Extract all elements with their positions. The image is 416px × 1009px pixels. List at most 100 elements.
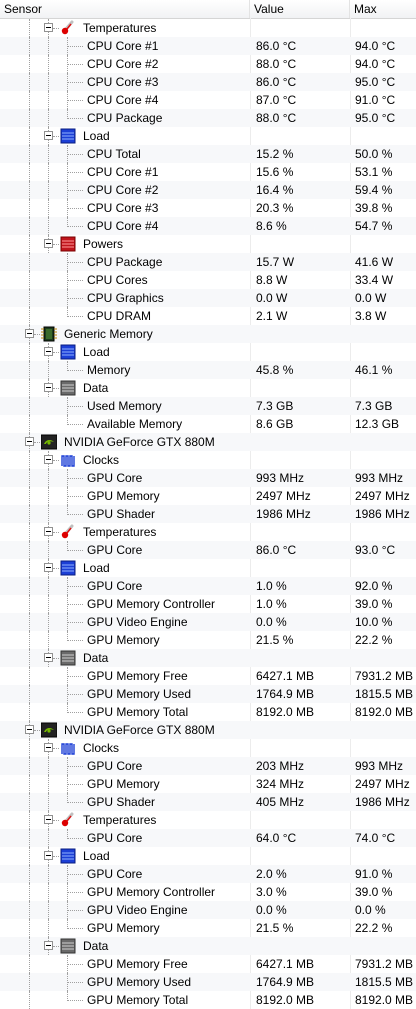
tree-line bbox=[48, 451, 49, 455]
load-icon bbox=[60, 128, 76, 144]
sensor-row[interactable]: GPU Memory Controller 1.0 % 39.0 % bbox=[0, 595, 416, 613]
sensor-row[interactable]: CPU Cores 8.8 W 33.4 W bbox=[0, 271, 416, 289]
sensor-row[interactable]: GPU Core 64.0 °C 74.0 °C bbox=[0, 829, 416, 847]
sensor-row[interactable]: Available Memory 8.6 GB 12.3 GB bbox=[0, 415, 416, 433]
sensor-row[interactable]: GPU Shader 1986 MHz 1986 MHz bbox=[0, 505, 416, 523]
sensor-max: 39.0 % bbox=[355, 597, 393, 611]
sensor-row[interactable]: GPU Memory Used 1764.9 MB 1815.5 MB bbox=[0, 973, 416, 991]
collapse-toggle[interactable] bbox=[44, 239, 53, 248]
sensor-value: 21.5 % bbox=[256, 633, 294, 647]
collapse-toggle[interactable] bbox=[44, 347, 53, 356]
sensor-row[interactable]: CPU Core #2 16.4 % 59.4 % bbox=[0, 181, 416, 199]
sensor-row[interactable]: GPU Core 993 MHz 993 MHz bbox=[0, 469, 416, 487]
sensor-value: 1.0 % bbox=[256, 597, 287, 611]
tree-line bbox=[29, 379, 30, 397]
sensor-row[interactable]: GPU Core 1.0 % 92.0 % bbox=[0, 577, 416, 595]
collapse-toggle[interactable] bbox=[25, 437, 34, 446]
sensor-group-row[interactable]: Load bbox=[0, 847, 416, 865]
sensor-row[interactable]: CPU Core #4 87.0 °C 91.0 °C bbox=[0, 91, 416, 109]
sensor-row[interactable]: Used Memory 7.3 GB 7.3 GB bbox=[0, 397, 416, 415]
sensor-group-row[interactable]: Powers bbox=[0, 235, 416, 253]
sensor-row[interactable]: GPU Video Engine 0.0 % 10.0 % bbox=[0, 613, 416, 631]
tree-line bbox=[68, 1000, 83, 1001]
sensor-row[interactable]: GPU Memory 2497 MHz 2497 MHz bbox=[0, 487, 416, 505]
sensor-group-row[interactable]: Temperatures bbox=[0, 811, 416, 829]
sensor-group-row[interactable]: Load bbox=[0, 559, 416, 577]
sensor-group-row[interactable]: Clocks bbox=[0, 739, 416, 757]
sensor-row[interactable]: CPU Graphics 0.0 W 0.0 W bbox=[0, 289, 416, 307]
sensor-name: Clocks bbox=[83, 741, 120, 755]
hardware-row[interactable]: Generic Memory bbox=[0, 325, 416, 343]
sensor-row[interactable]: CPU Package 15.7 W 41.6 W bbox=[0, 253, 416, 271]
sensor-max: 93.0 °C bbox=[355, 543, 396, 557]
tree-line bbox=[53, 28, 59, 29]
tree-line bbox=[29, 199, 30, 217]
sensor-row[interactable]: GPU Memory Free 6427.1 MB 7931.2 MB bbox=[0, 667, 416, 685]
collapse-toggle[interactable] bbox=[25, 329, 34, 338]
sensor-group-row[interactable]: Data bbox=[0, 937, 416, 955]
max-column-header[interactable]: Max bbox=[350, 0, 416, 18]
sensor-max: 95.0 °C bbox=[355, 75, 396, 89]
tree-line bbox=[48, 19, 49, 23]
sensor-row[interactable]: GPU Memory Total 8192.0 MB 8192.0 MB bbox=[0, 703, 416, 721]
sensor-row[interactable]: GPU Memory Free 6427.1 MB 7931.2 MB bbox=[0, 955, 416, 973]
sensor-group-row[interactable]: Clocks bbox=[0, 451, 416, 469]
sensor-row[interactable]: GPU Memory 21.5 % 22.2 % bbox=[0, 919, 416, 937]
sensor-name: CPU Core #2 bbox=[87, 57, 159, 71]
sensor-row[interactable]: GPU Core 2.0 % 91.0 % bbox=[0, 865, 416, 883]
collapse-toggle[interactable] bbox=[44, 527, 53, 536]
sensor-row[interactable]: GPU Memory 324 MHz 2497 MHz bbox=[0, 775, 416, 793]
sensor-row[interactable]: CPU Core #2 88.0 °C 94.0 °C bbox=[0, 55, 416, 73]
collapse-toggle[interactable] bbox=[44, 743, 53, 752]
sensor-group-row[interactable]: Temperatures bbox=[0, 523, 416, 541]
sensor-tree[interactable]: Temperatures CPU Core #1 86.0 °C 94.0 °C CPU… bbox=[0, 19, 416, 1009]
collapse-toggle[interactable] bbox=[44, 131, 53, 140]
sensor-row[interactable]: GPU Shader 405 MHz 1986 MHz bbox=[0, 793, 416, 811]
tree-line bbox=[68, 640, 83, 641]
sensor-group-row[interactable]: Data bbox=[0, 649, 416, 667]
sensor-row[interactable]: CPU Core #1 86.0 °C 94.0 °C bbox=[0, 37, 416, 55]
sensor-group-row[interactable]: Load bbox=[0, 343, 416, 361]
sensor-group-row[interactable]: Load bbox=[0, 127, 416, 145]
collapse-toggle[interactable] bbox=[44, 941, 53, 950]
sensor-row[interactable]: GPU Memory Controller 3.0 % 39.0 % bbox=[0, 883, 416, 901]
sensor-row[interactable]: Memory 45.8 % 46.1 % bbox=[0, 361, 416, 379]
sensor-group-row[interactable]: Temperatures bbox=[0, 19, 416, 37]
sensor-row[interactable]: GPU Core 203 MHz 993 MHz bbox=[0, 757, 416, 775]
tree-line bbox=[48, 37, 49, 55]
sensor-row[interactable]: CPU Core #4 8.6 % 54.7 % bbox=[0, 217, 416, 235]
sensor-row[interactable]: CPU Core #1 15.6 % 53.1 % bbox=[0, 163, 416, 181]
sensor-row[interactable]: GPU Memory Used 1764.9 MB 1815.5 MB bbox=[0, 685, 416, 703]
tree-line bbox=[29, 649, 30, 667]
sensor-row[interactable]: CPU Total 15.2 % 50.0 % bbox=[0, 145, 416, 163]
sensor-max: 91.0 °C bbox=[355, 93, 396, 107]
collapse-toggle[interactable] bbox=[44, 563, 53, 572]
tree-line bbox=[48, 793, 49, 811]
tree-line bbox=[29, 577, 30, 595]
sensor-row[interactable]: CPU Core #3 20.3 % 39.8 % bbox=[0, 199, 416, 217]
sensor-value: 2.0 % bbox=[256, 867, 287, 881]
sensor-value: 405 MHz bbox=[256, 795, 305, 809]
collapse-toggle[interactable] bbox=[44, 653, 53, 662]
sensor-row[interactable]: CPU DRAM 2.1 W 3.8 W bbox=[0, 307, 416, 325]
sensor-row[interactable]: GPU Memory Total 8192.0 MB 8192.0 MB bbox=[0, 991, 416, 1009]
sensor-row[interactable]: CPU Package 88.0 °C 95.0 °C bbox=[0, 109, 416, 127]
sensor-row[interactable]: GPU Core 86.0 °C 93.0 °C bbox=[0, 541, 416, 559]
hardware-row[interactable]: NVIDIA GeForce GTX 880M bbox=[0, 721, 416, 739]
sensor-group-row[interactable]: Data bbox=[0, 379, 416, 397]
sensor-name: Data bbox=[83, 651, 109, 665]
collapse-toggle[interactable] bbox=[44, 455, 53, 464]
sensor-row[interactable]: GPU Memory 21.5 % 22.2 % bbox=[0, 631, 416, 649]
collapse-toggle[interactable] bbox=[44, 851, 53, 860]
collapse-toggle[interactable] bbox=[25, 725, 34, 734]
sensor-row[interactable]: GPU Video Engine 0.0 % 0.0 % bbox=[0, 901, 416, 919]
collapse-toggle[interactable] bbox=[44, 23, 53, 32]
hardware-row[interactable]: NVIDIA GeForce GTX 880M bbox=[0, 433, 416, 451]
collapse-toggle[interactable] bbox=[44, 815, 53, 824]
collapse-toggle[interactable] bbox=[44, 383, 53, 392]
sensor-row[interactable]: CPU Core #3 86.0 °C 95.0 °C bbox=[0, 73, 416, 91]
value-column-header[interactable]: Value bbox=[250, 0, 350, 18]
tree-line bbox=[29, 253, 30, 271]
sensor-column-header[interactable]: Sensor bbox=[0, 0, 250, 18]
sensor-max: 10.0 % bbox=[355, 615, 393, 629]
